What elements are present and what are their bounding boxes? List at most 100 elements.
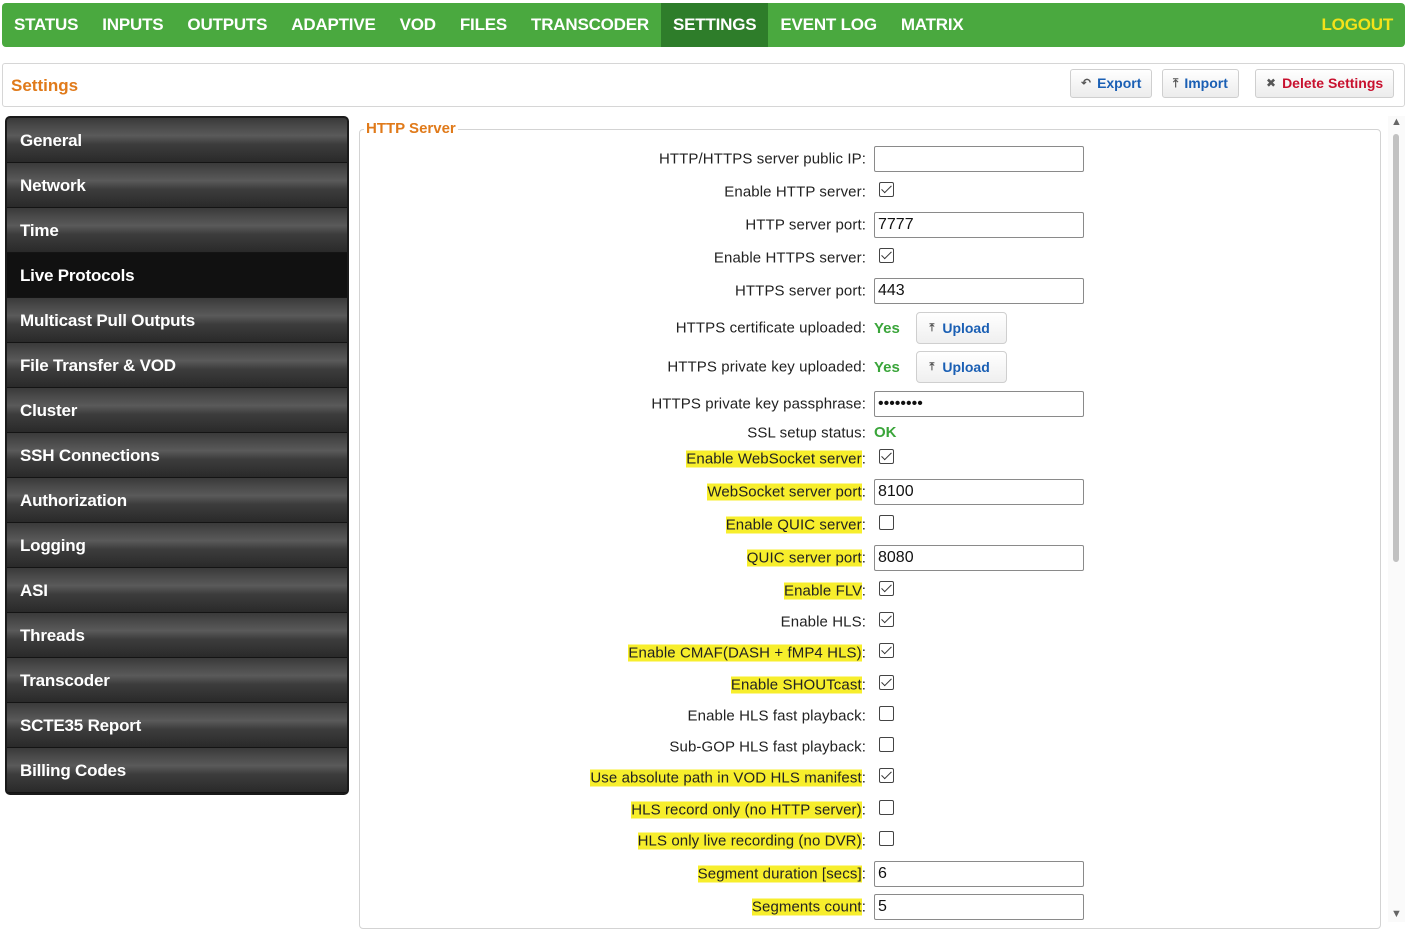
enable-flv-checkbox[interactable]	[879, 581, 894, 596]
subgop-hls-checkbox[interactable]	[879, 737, 894, 752]
upload-cert-label: Upload	[942, 320, 990, 336]
ssl-status-label: SSL setup status	[747, 424, 862, 442]
quic-port-input[interactable]	[874, 545, 1084, 571]
sidebar-item-billing-codes[interactable]: Billing Codes	[7, 748, 347, 793]
enable-hls-checkbox[interactable]	[879, 612, 894, 627]
sidebar-item-threads[interactable]: Threads	[7, 613, 347, 658]
segments-count-input[interactable]	[874, 894, 1084, 920]
abs-path-checkbox[interactable]	[879, 768, 894, 783]
https-passphrase-label: HTTPS private key passphrase	[651, 395, 862, 413]
http-port-input[interactable]	[874, 212, 1084, 238]
https-cert-status: Yes	[874, 319, 900, 337]
enable-http-checkbox[interactable]	[879, 182, 894, 197]
row-segments-count: Segments count:	[360, 892, 1380, 922]
nav-files[interactable]: FILES	[448, 3, 519, 47]
hls-record-only-checkbox[interactable]	[879, 800, 894, 815]
sidebar-item-asi[interactable]: ASI	[7, 568, 347, 613]
quic-port-label: QUIC server port	[746, 549, 862, 567]
row-http-port: HTTP server port:	[360, 210, 1380, 240]
hls-live-only-label: HLS only live recording (no DVR)	[637, 832, 862, 850]
export-button[interactable]: ↶ Export	[1070, 69, 1153, 98]
sidebar-item-network[interactable]: Network	[7, 163, 347, 208]
enable-flv-label: Enable FLV	[784, 582, 862, 600]
row-enable-hls: Enable HLS:	[360, 607, 1380, 637]
row-enable-https: Enable HTTPS server:	[360, 243, 1380, 273]
nav-transcoder[interactable]: TRANSCODER	[519, 3, 661, 47]
public-ip-input[interactable]	[874, 146, 1084, 172]
enable-shoutcast-checkbox[interactable]	[879, 675, 894, 690]
main-scrollbar[interactable]: ▲ ▼	[1388, 116, 1405, 922]
https-key-status: Yes	[874, 358, 900, 376]
hls-live-only-checkbox[interactable]	[879, 831, 894, 846]
top-nav: STATUS INPUTS OUTPUTS ADAPTIVE VOD FILES…	[2, 3, 1405, 47]
hls-fast-label: Enable HLS fast playback	[687, 707, 862, 725]
scroll-thumb[interactable]	[1393, 134, 1399, 562]
import-label: Import	[1184, 75, 1228, 91]
nav-adaptive[interactable]: ADAPTIVE	[279, 3, 387, 47]
logout-link[interactable]: LOGOUT	[1309, 3, 1405, 47]
nav-vod[interactable]: VOD	[388, 3, 448, 47]
row-enable-http: Enable HTTP server:	[360, 177, 1380, 207]
enable-websocket-label: Enable WebSocket server	[686, 450, 862, 468]
enable-quic-label: Enable QUIC server	[725, 516, 862, 534]
enable-quic-checkbox[interactable]	[879, 515, 894, 530]
row-https-key: HTTPS private key uploaded: Yes ⤒ Upload	[360, 351, 1380, 383]
section-legend: HTTP Server	[364, 120, 458, 137]
sidebar-item-file-transfer-vod[interactable]: File Transfer & VOD	[7, 343, 347, 388]
enable-https-label: Enable HTTPS server	[713, 249, 862, 267]
sidebar-item-general[interactable]: General	[7, 118, 347, 163]
sidebar-item-time[interactable]: Time	[7, 208, 347, 253]
row-enable-websocket: Enable WebSocket server:	[360, 444, 1380, 474]
upload-icon: ⤒	[929, 321, 935, 334]
enable-cmaf-label: Enable CMAF(DASH + fMP4 HLS)	[628, 644, 862, 662]
http-port-label: HTTP server port	[745, 216, 862, 234]
sidebar-item-multicast-pull-outputs[interactable]: Multicast Pull Outputs	[7, 298, 347, 343]
sidebar-item-scte35-report[interactable]: SCTE35 Report	[7, 703, 347, 748]
row-hls-fast: Enable HLS fast playback:	[360, 701, 1380, 731]
segments-count-label: Segments count	[751, 898, 862, 916]
hls-fast-checkbox[interactable]	[879, 706, 894, 721]
import-button[interactable]: ⤒ Import	[1162, 69, 1239, 98]
row-enable-cmaf: Enable CMAF(DASH + fMP4 HLS):	[360, 638, 1380, 668]
enable-https-checkbox[interactable]	[879, 248, 894, 263]
enable-shoutcast-label: Enable SHOUTcast	[730, 676, 862, 694]
delete-settings-button[interactable]: ✖ Delete Settings	[1255, 69, 1395, 98]
nav-inputs[interactable]: INPUTS	[90, 3, 175, 47]
upload-key-button[interactable]: ⤒ Upload	[916, 351, 1007, 383]
row-https-passphrase: HTTPS private key passphrase:	[360, 389, 1380, 419]
abs-path-label: Use absolute path in VOD HLS manifest	[590, 769, 862, 787]
enable-websocket-checkbox[interactable]	[879, 449, 894, 464]
nav-status[interactable]: STATUS	[2, 3, 90, 47]
https-key-label: HTTPS private key uploaded	[667, 358, 862, 376]
nav-matrix[interactable]: MATRIX	[889, 3, 976, 47]
sidebar-item-live-protocols[interactable]: Live Protocols	[7, 253, 347, 298]
upload-cert-button[interactable]: ⤒ Upload	[916, 312, 1007, 344]
https-cert-label: HTTPS certificate uploaded	[675, 319, 862, 337]
upload-icon: ⤒	[929, 360, 935, 373]
scroll-down-arrow-icon[interactable]: ▼	[1391, 908, 1402, 920]
websocket-port-label: WebSocket server port	[707, 483, 862, 501]
segment-duration-input[interactable]	[874, 861, 1084, 887]
sidebar-item-transcoder[interactable]: Transcoder	[7, 658, 347, 703]
segment-duration-label: Segment duration [secs]	[697, 865, 862, 883]
enable-hls-label: Enable HLS	[780, 613, 862, 631]
https-passphrase-input[interactable]	[874, 391, 1084, 417]
enable-cmaf-checkbox[interactable]	[879, 643, 894, 658]
sidebar-item-authorization[interactable]: Authorization	[7, 478, 347, 523]
delete-icon: ✖	[1266, 76, 1277, 90]
nav-outputs[interactable]: OUTPUTS	[175, 3, 279, 47]
sidebar-item-ssh-connections[interactable]: SSH Connections	[7, 433, 347, 478]
sidebar-item-cluster[interactable]: Cluster	[7, 388, 347, 433]
delete-label: Delete Settings	[1282, 75, 1384, 91]
row-enable-shoutcast: Enable SHOUTcast:	[360, 670, 1380, 700]
nav-event-log[interactable]: EVENT LOG	[768, 3, 888, 47]
nav-settings[interactable]: SETTINGS	[660, 3, 769, 47]
row-enable-flv: Enable FLV:	[360, 576, 1380, 606]
scroll-up-arrow-icon[interactable]: ▲	[1391, 116, 1402, 128]
websocket-port-input[interactable]	[874, 479, 1084, 505]
https-port-input[interactable]	[874, 278, 1084, 304]
upload-key-label: Upload	[942, 359, 990, 375]
sidebar-item-logging[interactable]: Logging	[7, 523, 347, 568]
row-subgop-hls: Sub-GOP HLS fast playback:	[360, 732, 1380, 762]
row-quic-port: QUIC server port:	[360, 543, 1380, 573]
